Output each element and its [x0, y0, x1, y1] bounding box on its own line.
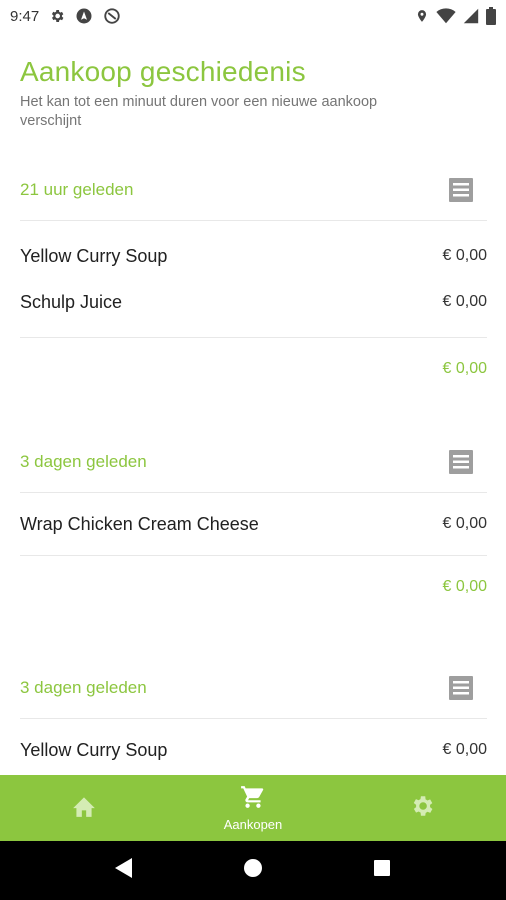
list-item: Yellow Curry Soup € 0,00 [20, 233, 487, 279]
list-item: Wrap Chicken Cream Cheese € 0,00 [20, 499, 487, 549]
purchase-date: 21 uur geleden [20, 179, 134, 199]
home-button[interactable] [233, 851, 273, 891]
location-icon [415, 7, 429, 25]
item-name: Yellow Curry Soup [20, 739, 168, 760]
nav-item-purchases[interactable]: Aankopen [169, 775, 338, 841]
page-title: Aankoop geschiedenis [20, 56, 306, 87]
back-button[interactable] [104, 851, 144, 891]
signal-icon [463, 8, 479, 24]
back-triangle-icon [114, 857, 134, 884]
purchase-total: € 0,00 [442, 578, 487, 595]
nav-item-home[interactable] [0, 775, 169, 841]
nav-item-settings[interactable] [337, 775, 506, 841]
status-bar: 9:47 [0, 0, 506, 32]
purchase-header: 3 dagen geleden [20, 657, 487, 719]
page-subtitle: Het kan tot een minuut duren voor een ni… [20, 94, 378, 129]
gear-icon [49, 8, 65, 24]
purchase-date: 3 dagen geleden [20, 677, 147, 697]
purchase-items: Yellow Curry Soup € 0,00 [20, 719, 487, 775]
purchase-total: € 0,00 [442, 360, 487, 377]
gear-icon [409, 793, 435, 824]
item-name: Wrap Chicken Cream Cheese [20, 513, 259, 534]
list-item: Schulp Juice € 0,00 [20, 279, 487, 325]
status-time: 9:47 [10, 7, 40, 25]
purchase-history-screen[interactable]: Aankoop geschiedenis Het kan tot een min… [0, 32, 506, 775]
recents-button[interactable] [362, 851, 402, 891]
home-icon [71, 794, 97, 823]
item-price: € 0,00 [442, 293, 487, 310]
item-price: € 0,00 [442, 247, 487, 264]
purchase-total-row: € 0,00 [20, 556, 487, 618]
receipt-icon[interactable] [447, 674, 475, 702]
purchase-card: 3 dagen geleden Yellow Curry Soup € 0,00 [20, 657, 487, 775]
item-name: Schulp Juice [20, 291, 123, 312]
purchase-items: Yellow Curry Soup € 0,00 Schulp Juice € … [20, 221, 487, 338]
purchase-header: 3 dagen geleden [20, 431, 487, 493]
purchase-header: 21 uur geleden [20, 159, 487, 221]
recents-square-icon [373, 859, 391, 882]
purchase-total-row: € 0,00 [20, 338, 487, 400]
cart-icon [239, 784, 267, 815]
item-price: € 0,00 [442, 515, 487, 532]
receipt-icon[interactable] [447, 176, 475, 204]
item-name: Yellow Curry Soup [20, 245, 168, 266]
bottom-navigation: Aankopen [0, 775, 506, 841]
nav-label-purchases: Aankopen [223, 817, 283, 832]
purchase-card: 3 dagen geleden Wrap Chicken Cream Chees… [20, 431, 487, 618]
nav-arrow-icon [75, 7, 93, 25]
purchase-card: 21 uur geleden Yellow Curry Soup € 0,00 … [20, 159, 487, 400]
battery-icon [486, 7, 496, 25]
wifi-icon [436, 8, 456, 24]
do-not-disturb-icon [103, 7, 121, 25]
list-item: Yellow Curry Soup € 0,00 [20, 725, 487, 775]
system-navigation-bar [0, 841, 506, 900]
receipt-icon[interactable] [447, 448, 475, 476]
home-circle-icon [243, 858, 263, 883]
purchase-items: Wrap Chicken Cream Cheese € 0,00 [20, 493, 487, 556]
purchase-date: 3 dagen geleden [20, 451, 147, 471]
item-price: € 0,00 [442, 741, 487, 758]
